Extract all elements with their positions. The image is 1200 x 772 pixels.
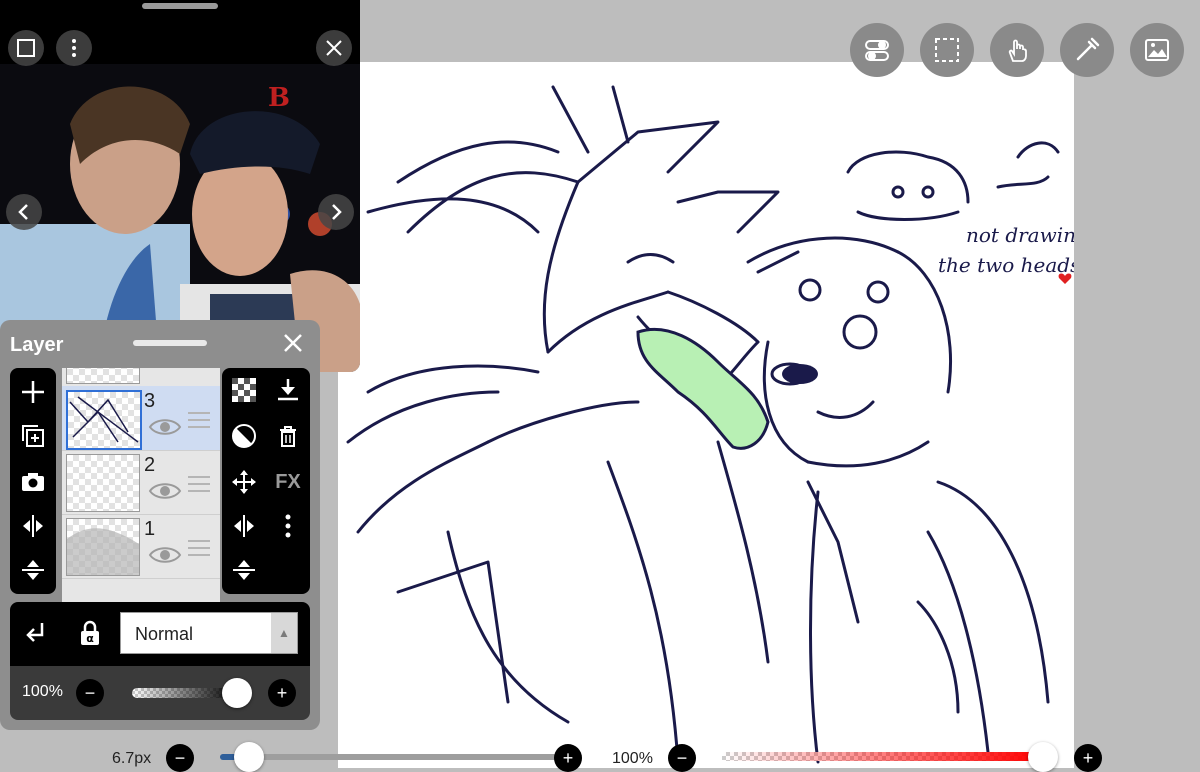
layer-panel[interactable]: Layer 3 2 1 FX α Normal ▲ 100% − +	[0, 320, 320, 730]
flip-horizontal-button-right[interactable]	[224, 508, 264, 544]
flip-vertical-icon	[233, 560, 255, 580]
transparency-button[interactable]	[224, 372, 264, 408]
layer-row-2[interactable]: 2	[62, 450, 220, 515]
add-layer-button[interactable]	[13, 374, 53, 410]
reference-drag-handle[interactable]	[142, 3, 218, 9]
drawing-canvas[interactable]: not drawing the two heads	[338, 62, 1074, 768]
layer-number: 2	[144, 454, 156, 476]
duplicate-layer-button[interactable]	[13, 418, 53, 454]
merge-down-button[interactable]	[268, 372, 308, 408]
layer-drag-handle[interactable]	[188, 476, 210, 497]
layer-opacity-label: 100%	[22, 683, 63, 700]
move-icon	[232, 470, 256, 494]
canvas-note-line-2: the two heads	[938, 253, 1074, 277]
reference-previous-button[interactable]	[6, 194, 42, 230]
reference-window[interactable]: B	[0, 0, 360, 372]
layer-right-toolbar: FX	[222, 368, 310, 594]
eye-icon[interactable]	[148, 416, 182, 438]
brush-size-label: 6.7px	[112, 750, 152, 767]
blend-mode-select[interactable]: Normal ▲	[120, 612, 298, 654]
layer-drag-handle[interactable]	[188, 412, 210, 433]
layer-thumbnail	[66, 390, 142, 450]
layer-panel-close-button[interactable]	[280, 330, 306, 356]
toggle-icon	[865, 40, 889, 61]
sketch-drawing: not drawing the two heads	[346, 85, 1074, 764]
close-icon	[284, 334, 302, 352]
duplicate-layer-icon	[22, 425, 44, 447]
eye-icon[interactable]	[148, 544, 182, 566]
opacity-slider-knob[interactable]	[222, 678, 252, 708]
trash-icon	[280, 426, 296, 447]
eyedropper-button[interactable]	[1060, 23, 1114, 77]
canvas-note-line-1: not drawing	[966, 223, 1074, 247]
add-layer-icon	[22, 381, 44, 403]
svg-text:B: B	[268, 83, 290, 113]
image-button[interactable]	[1130, 23, 1184, 77]
reference-window-mode-button[interactable]	[8, 30, 44, 66]
svg-text:α: α	[86, 632, 94, 645]
image-icon	[1145, 39, 1169, 61]
blend-mode-bar: α Normal ▲	[10, 602, 310, 666]
move-layer-button[interactable]	[224, 464, 264, 500]
opacity-decrease-button[interactable]: −	[76, 679, 104, 707]
layer-opacity-bar: 100% − +	[10, 666, 310, 720]
more-icon	[72, 39, 76, 57]
alpha-lock-icon: α	[81, 620, 99, 645]
window-icon	[17, 39, 35, 57]
selection-icon	[935, 38, 959, 62]
flip-vertical-icon	[22, 560, 44, 580]
flip-vertical-button-right[interactable]	[224, 552, 264, 588]
eyedropper-icon	[1076, 37, 1100, 61]
fx-button[interactable]: FX	[268, 464, 308, 500]
previous-icon	[18, 204, 28, 220]
layer-panel-drag-handle[interactable]	[133, 340, 207, 346]
reference-next-button[interactable]	[318, 194, 354, 230]
layer-more-button[interactable]	[268, 508, 308, 544]
dropdown-arrow-icon: ▲	[271, 613, 297, 653]
layer-thumbnail	[66, 368, 140, 384]
hand-icon	[1008, 39, 1027, 62]
eye-icon[interactable]	[148, 480, 182, 502]
clipping-arrow-icon	[26, 623, 44, 642]
toggle-button[interactable]	[850, 23, 904, 77]
blend-mode-value: Normal	[135, 624, 194, 644]
layer-thumbnail	[66, 518, 140, 576]
brush-size-slider-track[interactable]	[220, 754, 565, 760]
more-icon	[285, 514, 291, 538]
layer-thumbnail	[66, 454, 140, 512]
next-icon	[332, 204, 342, 220]
brush-opacity-slider-track[interactable]	[722, 752, 1042, 761]
camera-button[interactable]	[13, 464, 53, 500]
hand-button[interactable]	[990, 23, 1044, 77]
flip-vertical-button[interactable]	[13, 552, 53, 588]
camera-icon	[22, 473, 44, 491]
flip-horizontal-icon	[234, 515, 254, 537]
reference-close-button[interactable]	[316, 30, 352, 66]
layer-drag-handle[interactable]	[188, 540, 210, 561]
layer-number: 3	[144, 390, 156, 412]
bottom-brush-bar: 6.7px − + 100% − +	[0, 742, 1200, 772]
layer-row-1[interactable]: 1	[62, 514, 220, 579]
delete-layer-button[interactable]	[268, 418, 308, 454]
merge-down-icon	[278, 379, 298, 401]
clip-button[interactable]	[224, 418, 264, 454]
clip-icon	[232, 424, 256, 448]
layer-panel-title: Layer	[10, 334, 64, 356]
selection-button[interactable]	[920, 23, 974, 77]
reference-more-button[interactable]	[56, 30, 92, 66]
flip-horizontal-icon	[23, 515, 43, 537]
layer-left-toolbar	[10, 368, 56, 594]
layer-number: 1	[144, 518, 156, 540]
layer-row-3[interactable]: 3	[62, 386, 220, 451]
close-icon	[326, 40, 342, 56]
alpha-lock-button[interactable]: α	[76, 619, 104, 652]
clipping-button[interactable]	[22, 619, 50, 652]
layer-row-hidden-top[interactable]	[62, 368, 220, 387]
transparency-icon	[232, 378, 256, 402]
opacity-increase-button[interactable]: +	[268, 679, 296, 707]
brush-opacity-label: 100%	[612, 750, 653, 767]
flip-horizontal-button[interactable]	[13, 508, 53, 544]
